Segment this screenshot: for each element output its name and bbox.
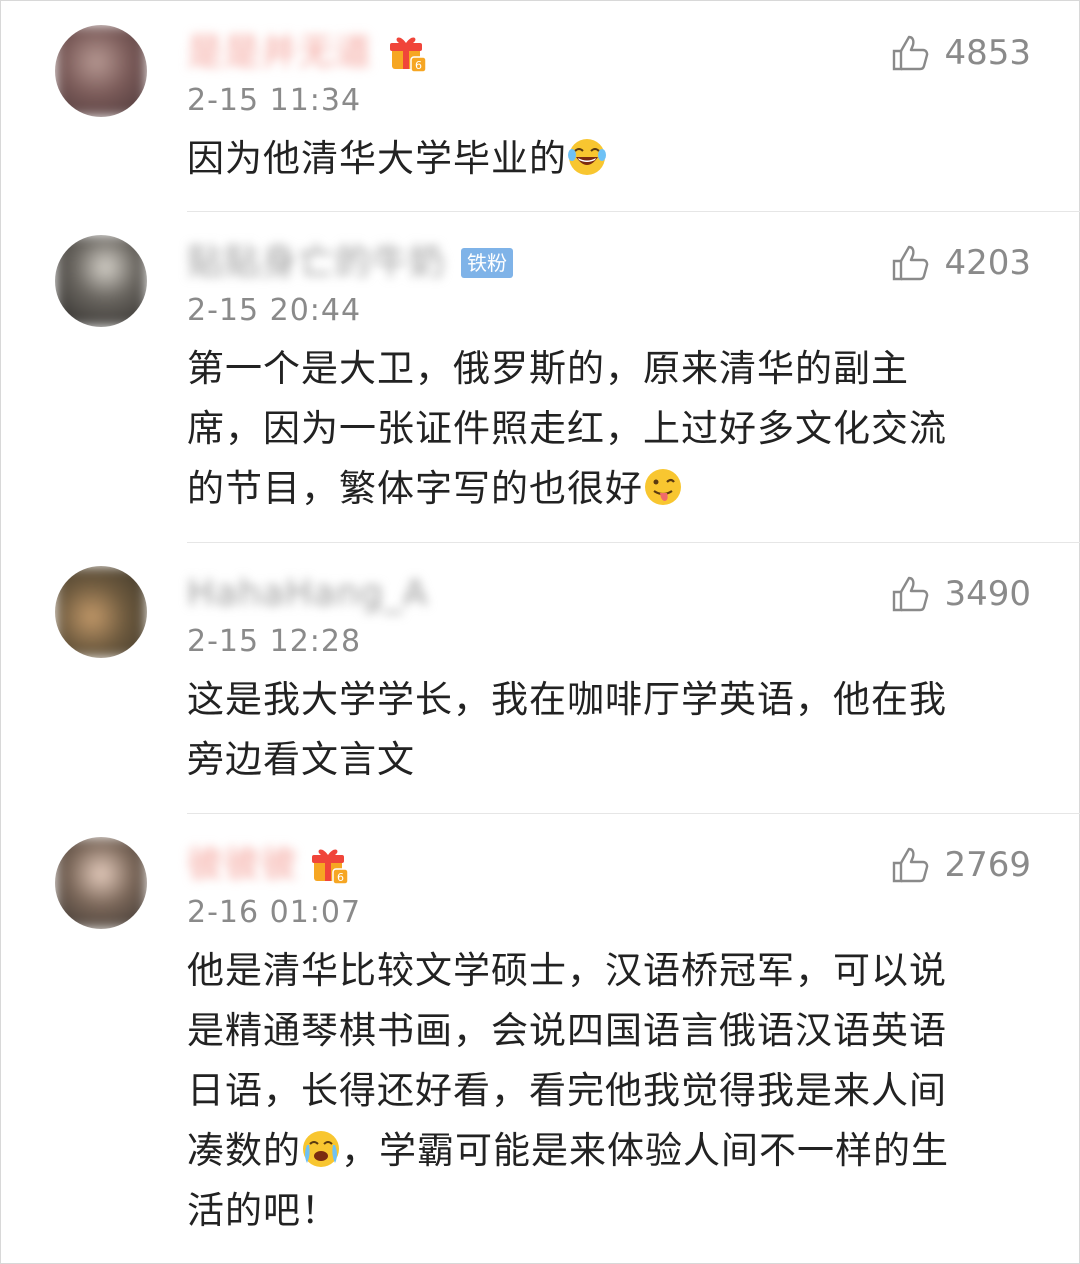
svg-text:6: 6 — [415, 59, 422, 72]
like-count: 2769 — [944, 845, 1031, 885]
comment-list: 是是并无道 6 4853 2-15 11:34 因为他清华大学毕业的 贴贴身亡的… — [0, 0, 1080, 1264]
username[interactable]: 是是并无道 — [187, 33, 372, 73]
thumbs-up-icon — [893, 35, 929, 71]
comment-time: 2-16 01:07 — [187, 895, 362, 930]
like-button[interactable]: 3490 — [890, 574, 1031, 614]
comment-text: 这是我大学学长，我在咖啡厅学英语，他在我 旁边看文言文 — [187, 678, 947, 781]
like-button[interactable]: 4853 — [890, 33, 1031, 73]
like-count: 4853 — [944, 33, 1031, 73]
username[interactable]: HahaHang_A — [187, 574, 428, 614]
divider — [187, 813, 1080, 814]
like-button[interactable]: 4203 — [890, 243, 1031, 283]
comment-time: 2-15 11:34 — [187, 83, 362, 118]
laughing-tears-emoji — [568, 139, 606, 175]
like-button[interactable]: 2769 — [890, 845, 1031, 885]
username[interactable]: 彼彼彼 — [187, 845, 298, 885]
divider — [187, 542, 1080, 543]
username[interactable]: 贴贴身亡的牛奶 — [187, 243, 446, 283]
thumbs-up-icon — [893, 847, 929, 883]
comment-time: 2-15 12:28 — [187, 624, 362, 659]
thumbs-up-icon — [893, 245, 929, 281]
fan-badge: 铁粉 — [461, 248, 513, 278]
avatar[interactable] — [55, 566, 147, 658]
gift-badge-icon: 6 — [312, 849, 349, 885]
crying-emoji — [303, 1131, 339, 1167]
comment-text: 他是清华比较文学硕士，汉语桥冠军，可以说 是精通琴棋书画，会说四国语言俄语汉语英… — [187, 949, 949, 1232]
avatar[interactable] — [55, 25, 147, 117]
avatar[interactable] — [55, 837, 147, 929]
tongue-out-emoji — [645, 469, 681, 505]
gift-badge-icon: 6 — [390, 37, 427, 73]
like-count: 3490 — [944, 574, 1031, 614]
thumbs-up-icon — [893, 576, 929, 612]
comment-text: 因为他清华大学毕业的 — [187, 129, 1017, 189]
comment-time: 2-15 20:44 — [187, 293, 362, 328]
divider — [187, 211, 1080, 212]
comment-text: 第一个是大卫，俄罗斯的，原来清华的副主 席，因为一张证件照走红，上过好多文化交流… — [187, 347, 947, 510]
avatar[interactable] — [55, 235, 147, 327]
like-count: 4203 — [944, 243, 1031, 283]
svg-text:6: 6 — [337, 871, 344, 884]
